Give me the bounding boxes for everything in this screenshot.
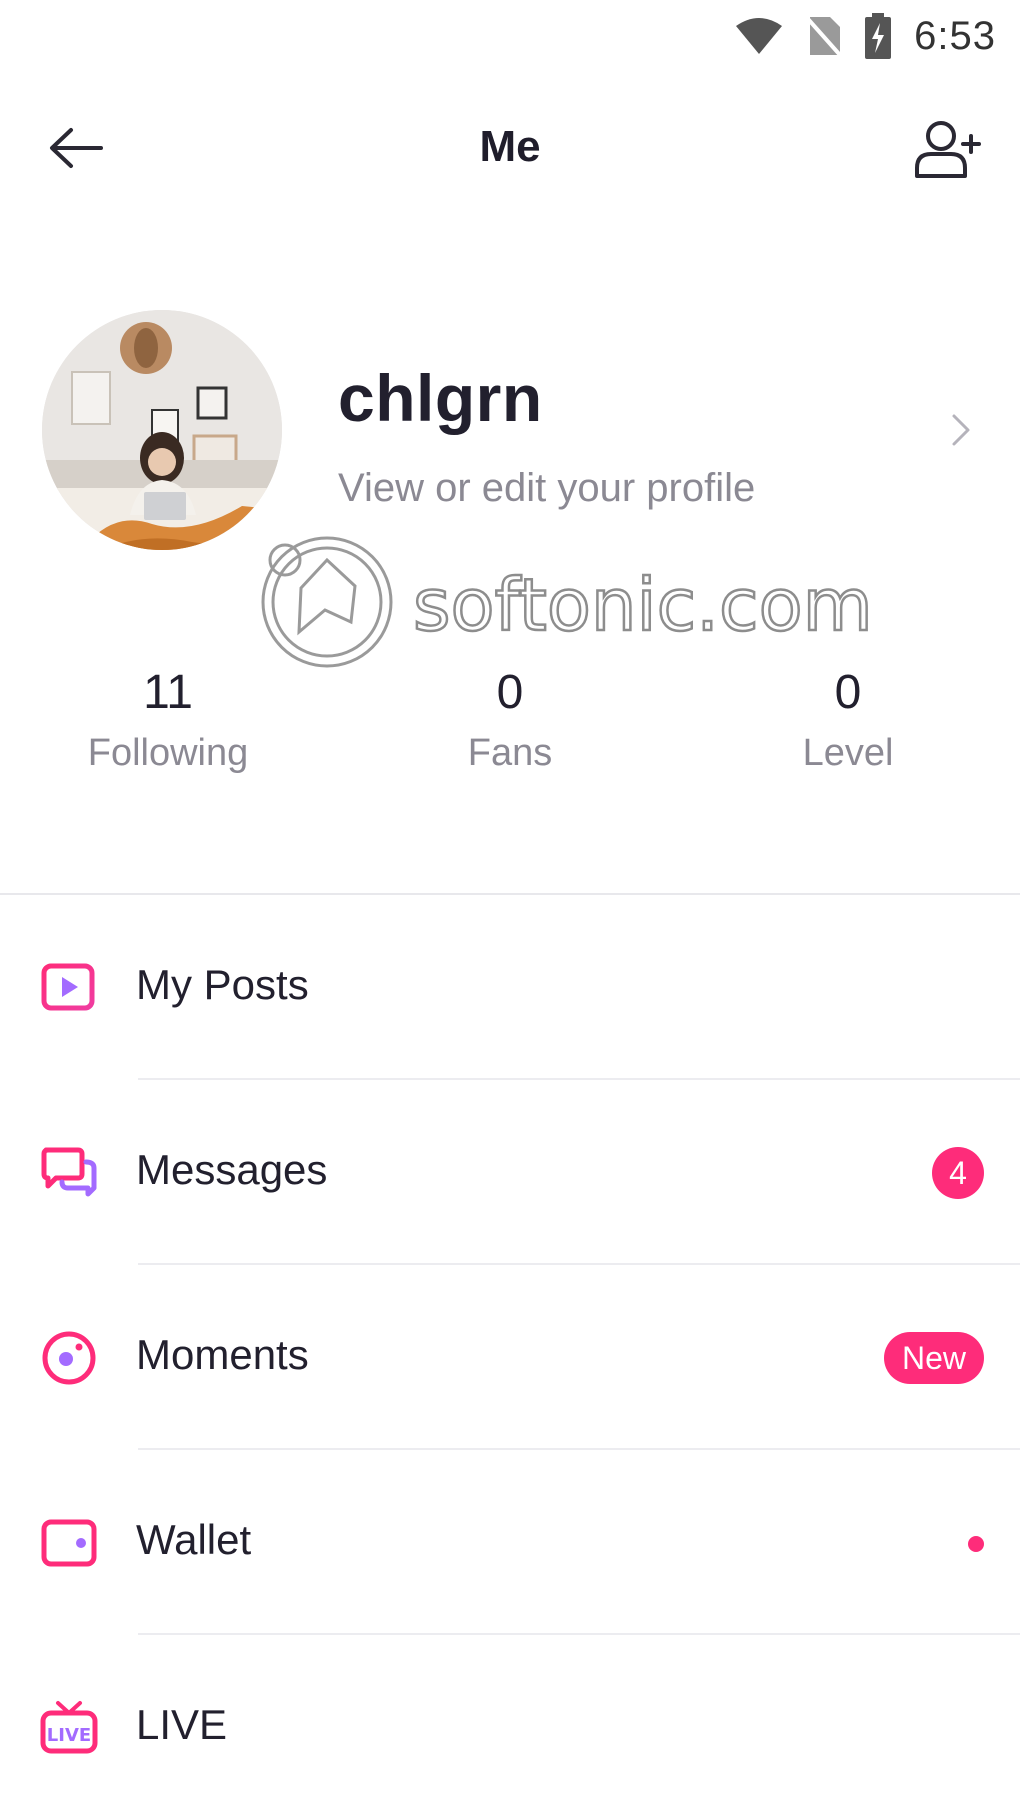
moments-icon [42, 1331, 96, 1385]
menu-item-wallet[interactable]: Wallet [0, 1450, 1020, 1635]
stat-value: 0 [834, 666, 862, 719]
username: chlgrn [338, 361, 543, 435]
live-icon-text: LIVE [47, 1725, 91, 1746]
status-icons: 6:53 [734, 10, 996, 62]
menu-item-label: Wallet [136, 1516, 252, 1563]
wallet-notification-dot [968, 1536, 984, 1552]
stat-value: 0 [496, 666, 524, 719]
stat-level[interactable]: 0 Level [738, 665, 958, 775]
menu-item-my-posts[interactable]: My Posts [0, 895, 1020, 1080]
menu-item-moments[interactable]: Moments New [0, 1265, 1020, 1450]
stat-label: Following [87, 732, 249, 774]
status-time: 6:53 [914, 13, 996, 58]
messages-count-badge: 4 [932, 1147, 984, 1199]
menu-item-label: Moments [136, 1331, 309, 1378]
stats-row: 11 Following 0 Fans 0 Level [0, 665, 1020, 795]
status-bar: 6:53 [0, 0, 1020, 72]
avatar-photo [42, 310, 282, 550]
menu-item-label: LIVE [136, 1701, 228, 1748]
stat-label: Level [802, 732, 894, 774]
menu-item-label: My Posts [136, 961, 309, 1008]
watermark-text: softonic.com [413, 563, 873, 647]
menu-item-messages[interactable]: Messages 4 [0, 1080, 1020, 1265]
wifi-icon [736, 18, 783, 54]
wallet-icon [41, 1519, 97, 1567]
stat-fans[interactable]: 0 Fans [400, 665, 620, 775]
avatar[interactable] [42, 310, 282, 550]
top-bar: Me [0, 100, 1020, 196]
stat-following[interactable]: 11 Following [58, 665, 278, 775]
menu-list: My Posts Messages 4 Moments New Wallet L… [0, 895, 1020, 1813]
battery-icon [865, 13, 892, 59]
chat-bubbles-icon [41, 1147, 97, 1197]
add-friend-button[interactable] [908, 114, 988, 184]
new-badge: New [883, 1332, 984, 1384]
live-tv-icon: LIVE [40, 1701, 98, 1754]
stat-value: 11 [143, 666, 193, 719]
stat-label: Fans [467, 732, 553, 774]
menu-item-live[interactable]: LIVE LIVE [0, 1635, 1020, 1813]
play-square-icon [41, 963, 95, 1011]
edit-profile-link[interactable]: View or edit your profile [338, 466, 755, 511]
no-sim-icon [806, 17, 842, 57]
add-user-icon [915, 121, 981, 178]
page-title: Me [479, 122, 541, 171]
profile-card[interactable]: chlgrn View or edit your profile [0, 310, 1020, 555]
menu-item-label: Messages [136, 1146, 328, 1193]
chevron-right-icon [952, 414, 970, 446]
